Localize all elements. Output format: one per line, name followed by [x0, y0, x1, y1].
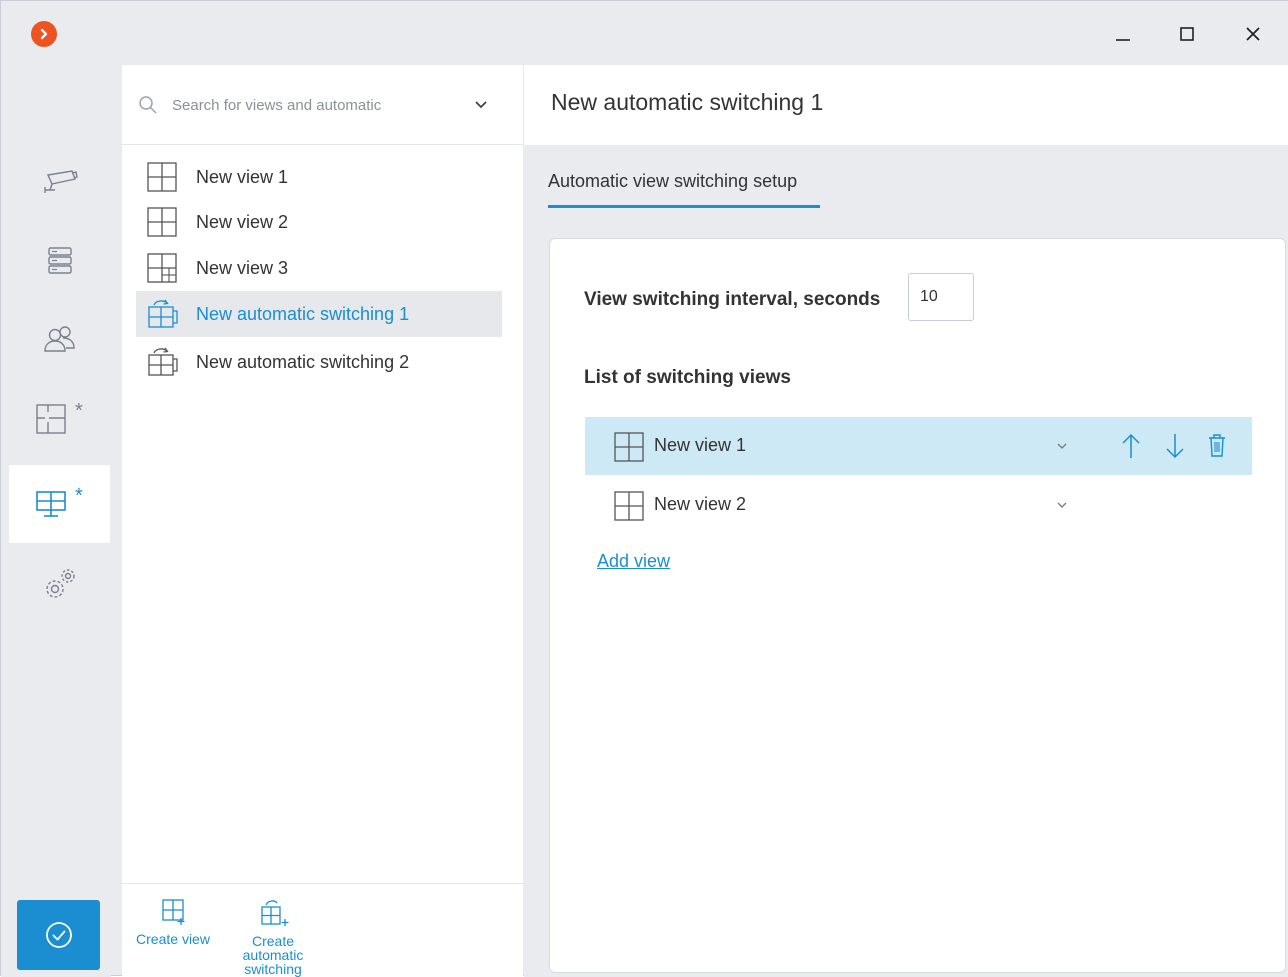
create-auto-switching-label: Create automatic switching — [243, 934, 304, 976]
views-list-panel: New view 1 New view 2 New view 3 New aut… — [122, 65, 523, 977]
gears-icon — [45, 569, 75, 598]
apply-button[interactable] — [17, 900, 100, 970]
list-item-label: New view 1 — [196, 166, 289, 187]
rail-item-servers[interactable] — [9, 222, 110, 300]
rail-item-layouts[interactable]: * — [9, 380, 110, 458]
create-auto-switching-button[interactable]: Create automatic switching — [228, 898, 318, 976]
view-grid-icon — [142, 206, 182, 238]
view-grid-icon — [142, 161, 182, 193]
app-logo-icon — [31, 21, 57, 47]
close-icon — [1246, 27, 1260, 41]
list-item-view[interactable]: New view 1 — [136, 154, 502, 200]
chevron-down-icon[interactable] — [1055, 439, 1069, 453]
switching-view-row[interactable]: New view 2 — [585, 476, 1252, 534]
detail-pane: New automatic switching 1 Automatic view… — [524, 65, 1288, 977]
list-item-auto-switching[interactable]: New automatic switching 2 — [136, 339, 502, 385]
add-view-icon — [162, 899, 185, 925]
minimize-button[interactable] — [1103, 17, 1143, 51]
auto-switch-icon — [142, 298, 182, 330]
delete-icon[interactable] — [1205, 431, 1229, 461]
settings-card: View switching interval, seconds List of… — [549, 238, 1286, 973]
rail-item-settings[interactable] — [9, 545, 110, 623]
view-grid-icon — [614, 432, 644, 462]
search-input[interactable] — [172, 91, 412, 119]
interval-label: View switching interval, seconds — [584, 289, 881, 310]
search-bar — [122, 65, 523, 145]
chevron-down-icon[interactable] — [1055, 498, 1069, 512]
switching-view-label: New view 1 — [654, 435, 747, 455]
add-view-link[interactable]: Add view — [597, 551, 670, 572]
label-line: switching — [244, 961, 302, 977]
camera-icon — [43, 170, 78, 193]
list-item-label: New automatic switching 1 — [196, 303, 410, 324]
monitor-view-icon — [35, 491, 66, 517]
auto-switch-icon — [142, 346, 182, 378]
detail-header: New automatic switching 1 — [524, 65, 1288, 145]
chevron-down-icon[interactable] — [472, 95, 490, 113]
switching-view-row[interactable]: New view 1 — [585, 417, 1252, 475]
list-item-view[interactable]: New view 3 — [136, 245, 502, 291]
list-item-label: New automatic switching 2 — [196, 351, 410, 372]
rail-item-users[interactable] — [9, 301, 110, 379]
close-button[interactable] — [1233, 17, 1273, 51]
move-up-icon[interactable] — [1119, 431, 1143, 461]
list-item-label: New view 2 — [196, 211, 289, 232]
app-window: * * Search for views and automatic New v… — [0, 0, 1288, 977]
navigation-rail: * * — [1, 65, 111, 977]
active-tab-indicator — [548, 205, 820, 208]
add-auto-switch-icon — [261, 900, 289, 926]
list-item-label: New view 3 — [196, 257, 289, 278]
interval-input[interactable] — [908, 273, 974, 321]
view-grid-mixed-icon — [142, 252, 182, 284]
list-item-view[interactable]: New view 2 — [136, 199, 502, 245]
switching-view-label: New view 2 — [654, 494, 747, 514]
rail-item-cameras[interactable] — [9, 143, 110, 221]
switching-list-title: List of switching views — [584, 367, 791, 388]
minimize-icon — [1116, 39, 1130, 41]
move-down-icon[interactable] — [1163, 431, 1187, 461]
view-grid-icon — [614, 491, 644, 521]
users-icon — [43, 326, 75, 352]
list-item-auto-switching[interactable]: New automatic switching 1 — [136, 291, 502, 337]
tab-switching-setup[interactable]: Automatic view switching setup — [548, 171, 797, 192]
search-icon — [139, 96, 157, 114]
create-view-button[interactable]: Create view — [128, 898, 218, 946]
page-title: New automatic switching 1 — [551, 89, 824, 115]
checkmark-icon — [45, 922, 72, 948]
title-bar — [1, 1, 1288, 65]
maximize-icon — [1180, 27, 1194, 41]
modified-marker: * — [75, 485, 83, 507]
list-footer-toolbar: Create view Create automatic switching — [122, 883, 523, 977]
server-icon — [47, 247, 72, 274]
create-view-label: Create view — [136, 931, 210, 947]
maximize-button[interactable] — [1167, 17, 1207, 51]
modified-marker: * — [75, 400, 83, 422]
rail-item-views[interactable]: * — [9, 465, 110, 543]
layout-icon — [35, 404, 66, 434]
